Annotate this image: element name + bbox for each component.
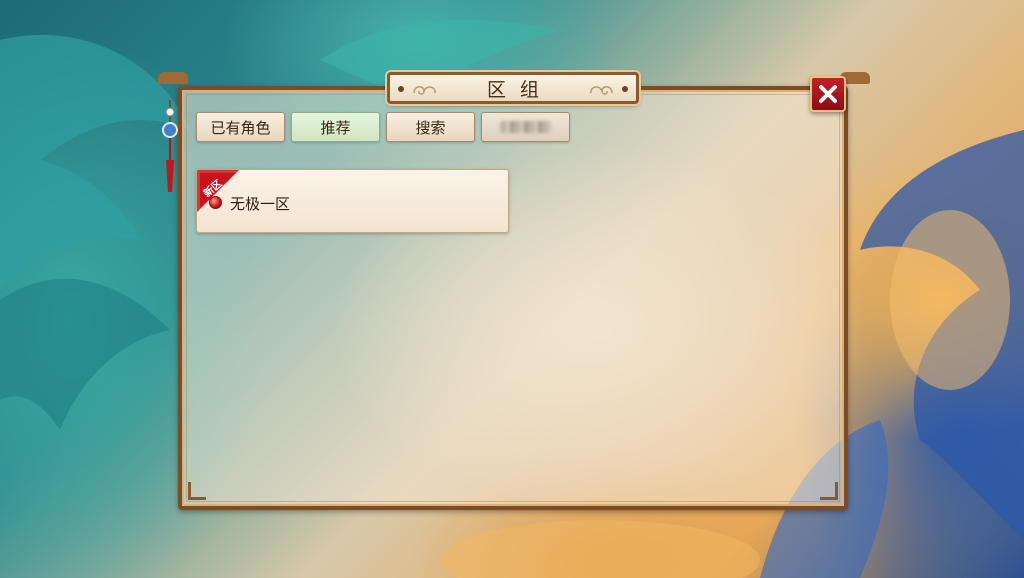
tab-label: 推荐: [320, 118, 351, 137]
close-x-icon: [819, 85, 837, 103]
tassel-ornament-icon: [162, 100, 178, 192]
dialog-title: 区组: [486, 78, 553, 101]
dragon-body-icon: [860, 130, 1024, 540]
panel-inner-border: [186, 94, 840, 502]
plaque-stud-left: [398, 86, 404, 92]
dialog-title-plaque: 区组: [387, 72, 639, 104]
tab-recommended[interactable]: 推荐: [291, 112, 380, 142]
close-button[interactable]: [810, 76, 846, 112]
server-status-icon: [209, 196, 222, 209]
tab-obscured[interactable]: [481, 112, 570, 142]
server-select-panel: [178, 86, 848, 510]
plaque-stud-right: [622, 86, 628, 92]
tab-label: 搜索: [415, 118, 446, 137]
corner-ornament-br: [820, 482, 838, 500]
tab-existing-characters[interactable]: 已有角色: [196, 112, 285, 142]
tab-search[interactable]: 搜索: [386, 112, 475, 142]
server-list-item[interactable]: 新区 无极一区: [196, 169, 509, 233]
corner-ornament-bl: [188, 482, 206, 500]
tab-label: 已有角色: [210, 118, 271, 137]
cloud-swirl-icon: [413, 86, 436, 95]
obscured-label: [499, 121, 552, 133]
cloud-swirl-icon: [590, 86, 613, 95]
server-name: 无极一区: [230, 195, 291, 213]
frame-horn-left: [158, 72, 188, 84]
